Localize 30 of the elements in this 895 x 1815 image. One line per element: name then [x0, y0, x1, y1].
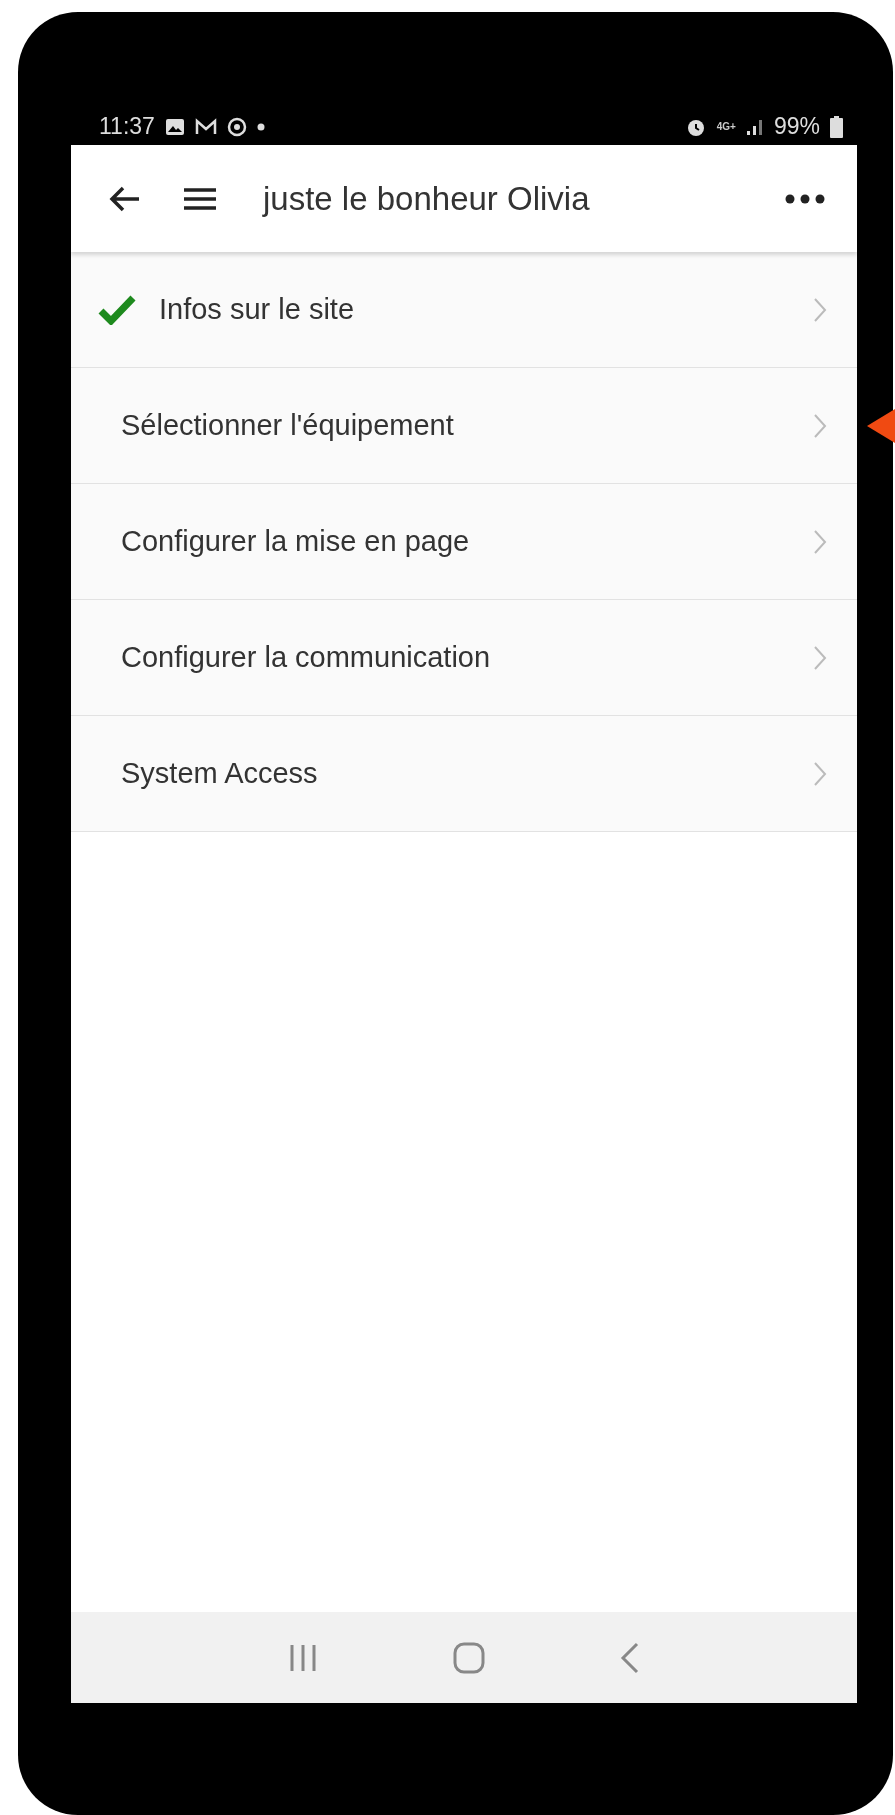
more-icon — [785, 193, 825, 204]
image-icon — [164, 117, 185, 136]
menu-item-label: Sélectionner l'équipement — [121, 409, 455, 442]
menu-item-label: Infos sur le site — [158, 293, 356, 326]
mail-icon — [194, 117, 217, 136]
chevron-right-icon — [813, 528, 827, 555]
status-time: 11:37 — [99, 113, 155, 140]
app-title: juste le bonheur Olivia — [263, 179, 591, 218]
menu-item-label: Configurer la communication — [121, 641, 492, 674]
menu-item[interactable]: Configurer la mise en page — [71, 484, 857, 600]
back-chevron-icon — [619, 1641, 640, 1674]
home-icon — [453, 1641, 485, 1674]
back-arrow-icon — [109, 184, 141, 213]
menu-item[interactable]: System Access — [71, 716, 857, 832]
menu-icon — [183, 186, 217, 211]
sync-icon — [226, 116, 247, 137]
menu-item[interactable]: Infos sur le site — [71, 252, 857, 368]
chevron-right-icon — [813, 412, 827, 439]
menu-item-label: Configurer la mise en page — [121, 525, 471, 558]
chevron-right-icon — [813, 296, 827, 323]
dot-icon — [256, 122, 265, 131]
chevron-right-icon — [813, 644, 827, 671]
battery-icon — [830, 115, 843, 138]
chevron-right-icon — [813, 760, 827, 787]
battery-percent: 99% — [773, 113, 820, 140]
menu-item[interactable]: Configurer la communication — [71, 600, 857, 716]
menu-item-label: System Access — [121, 757, 319, 790]
network-type: 4G+ — [716, 121, 736, 132]
signal-icon — [745, 117, 764, 136]
recent-apps-icon — [288, 1642, 319, 1673]
